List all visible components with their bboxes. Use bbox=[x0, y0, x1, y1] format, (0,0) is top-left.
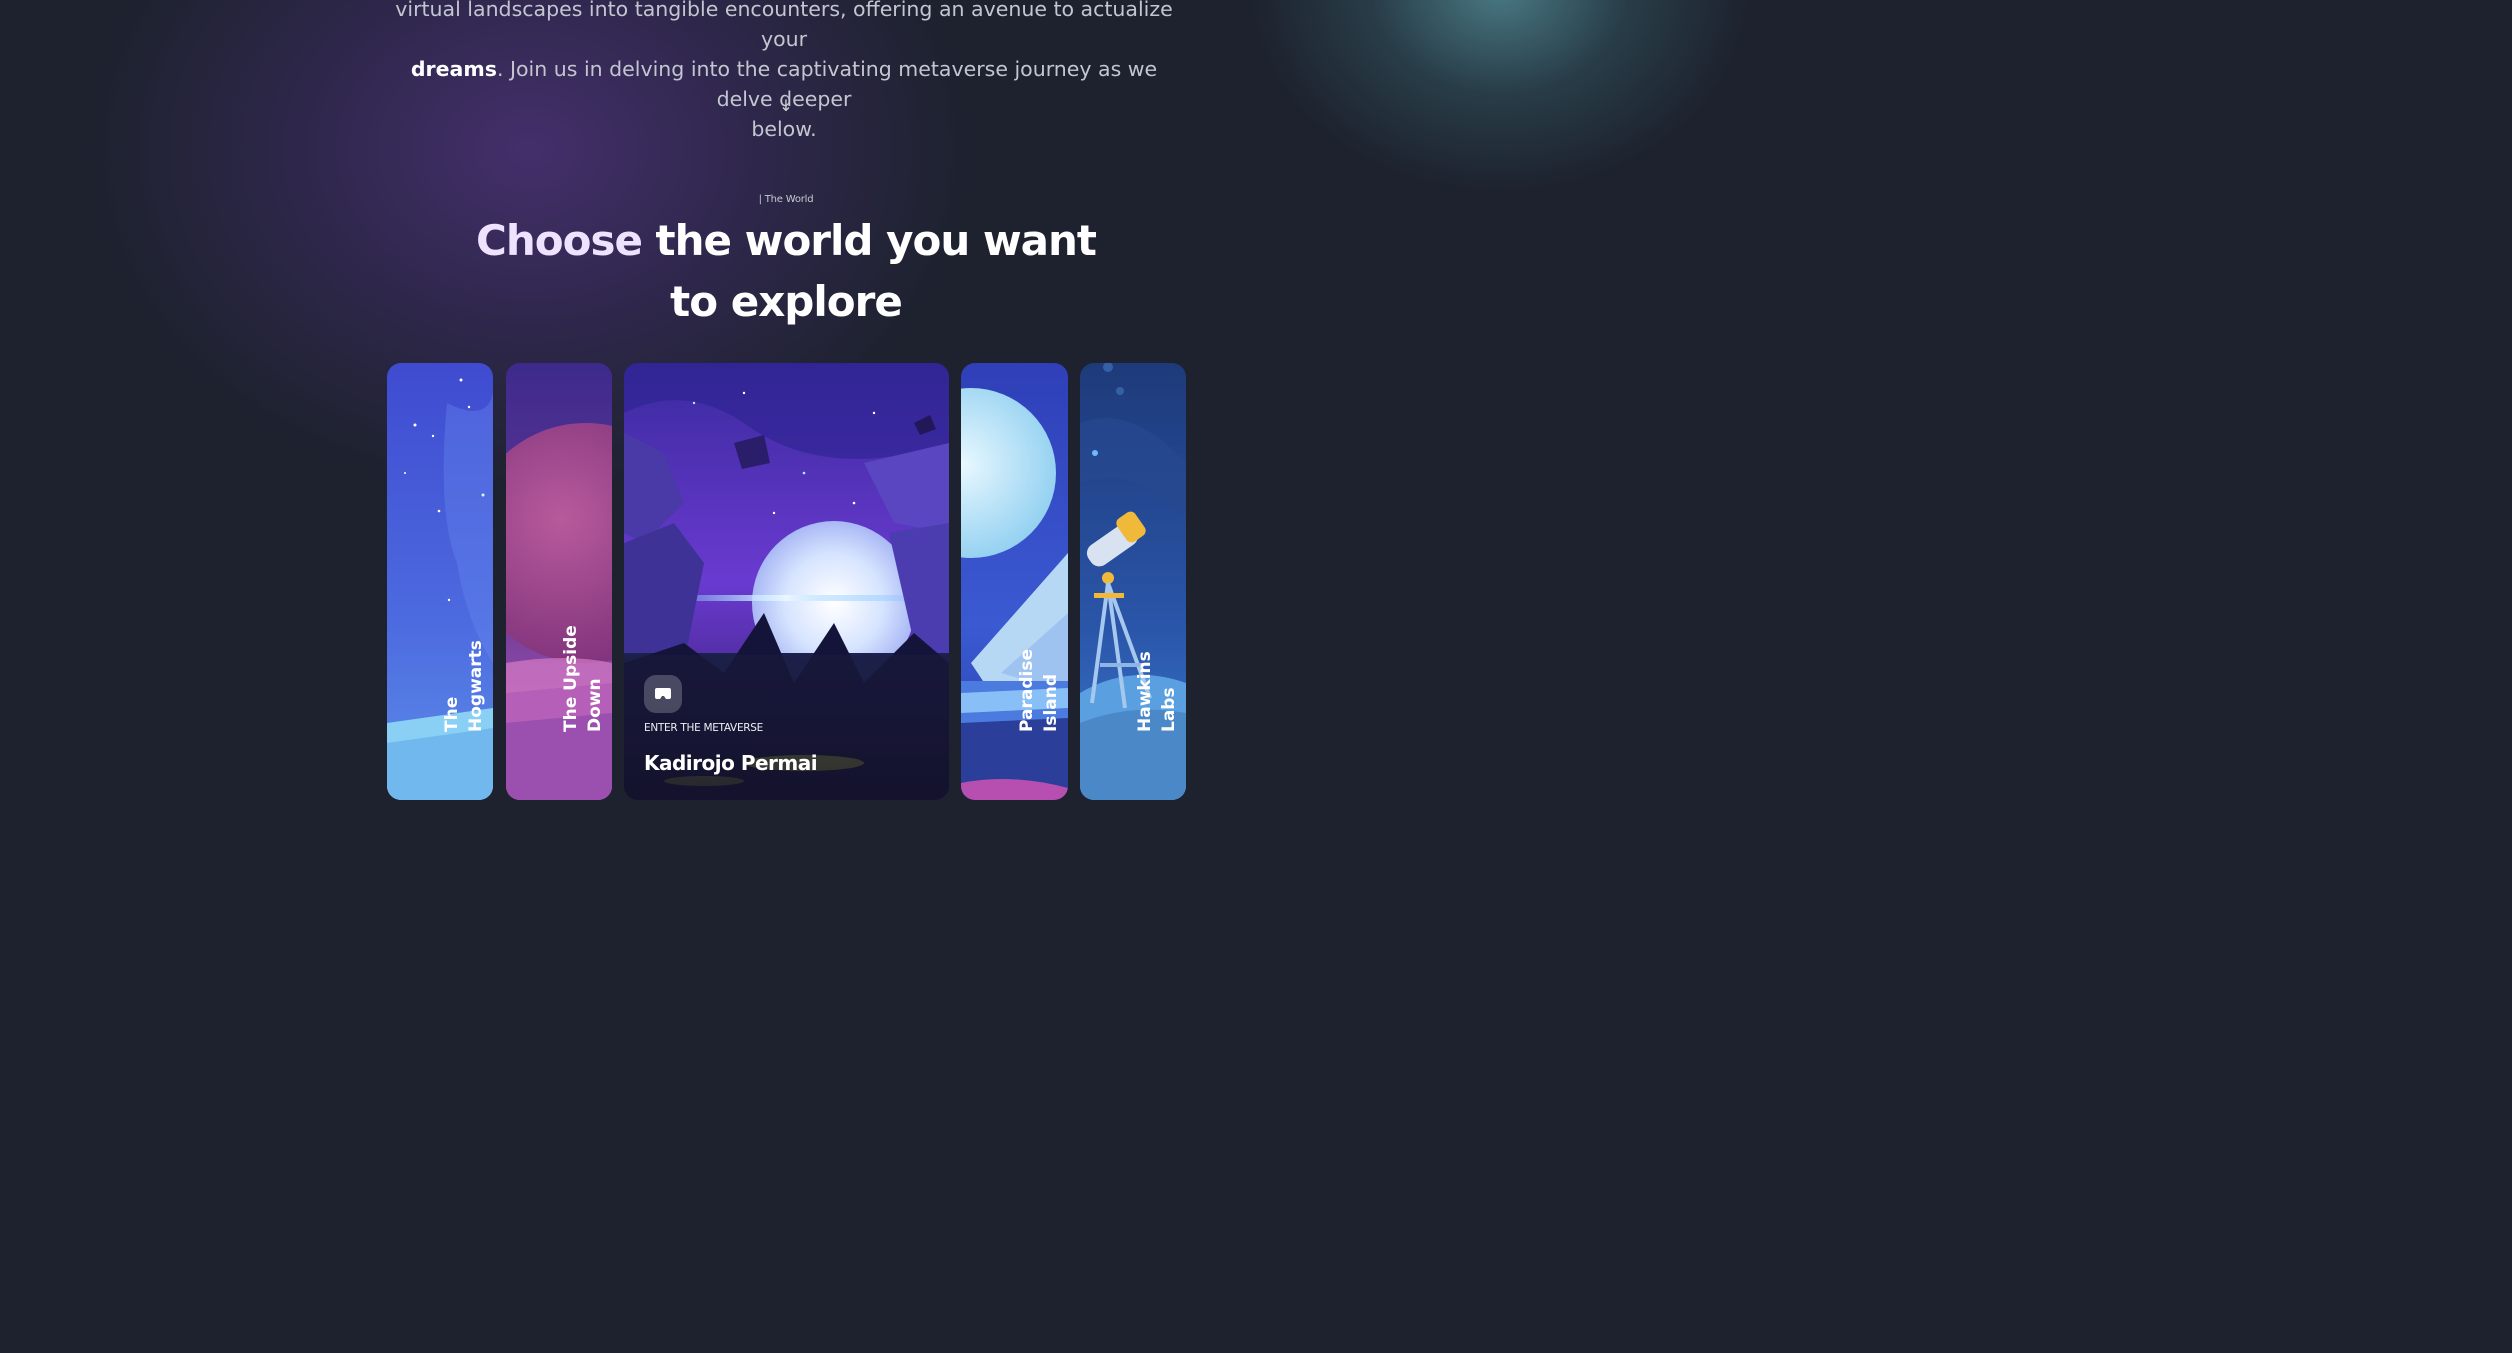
background-glow-teal bbox=[1240, 0, 1760, 200]
world-card-upside-down[interactable]: The Upside Down bbox=[506, 363, 612, 800]
enter-metaverse-label[interactable]: ENTER THE METAVERSE bbox=[644, 722, 763, 734]
world-card-hawkins-labs[interactable]: Hawkins Labs bbox=[1080, 363, 1186, 800]
intro-line-1: virtual landscapes into tangible encount… bbox=[395, 0, 1173, 51]
world-label-line-2: Down bbox=[585, 678, 605, 732]
vr-headset-icon[interactable] bbox=[644, 675, 682, 713]
section-heading: Choose the world you want to explore bbox=[460, 210, 1112, 332]
world-label-line-2: Island bbox=[1040, 673, 1061, 732]
world-label-line-2: Labs bbox=[1159, 687, 1179, 732]
hogwarts-artwork bbox=[387, 363, 493, 800]
vr-headset-glyph bbox=[655, 688, 671, 699]
scroll-down-arrow-icon[interactable]: ↓ bbox=[774, 96, 798, 115]
heading-line-2: to explore bbox=[670, 277, 903, 326]
heading-line-1: Choose the world you want bbox=[460, 210, 1112, 271]
world-label-hogwarts: The Hogwarts bbox=[440, 640, 488, 732]
hawkins-labs-artwork bbox=[1080, 363, 1186, 800]
world-label-paradise-island: Paradise Island bbox=[1015, 649, 1063, 732]
world-label-line-1: Hawkins bbox=[1135, 651, 1155, 732]
world-label-line-1: The Upside bbox=[561, 625, 581, 732]
world-label-hawkins-labs: Hawkins Labs bbox=[1133, 651, 1181, 732]
world-name-kadirojo-permai: Kadirojo Permai bbox=[644, 751, 818, 775]
intro-bold-word: dreams bbox=[410, 57, 497, 81]
world-label-upside-down: The Upside Down bbox=[559, 625, 607, 732]
world-card-paradise-island[interactable]: Paradise Island bbox=[961, 363, 1068, 800]
world-label-line-1: The bbox=[442, 696, 462, 732]
heading-line-1-text: the world you want bbox=[641, 216, 1097, 265]
intro-line-3: below. bbox=[751, 117, 817, 141]
intro-paragraph: virtual landscapes into tangible encount… bbox=[384, 0, 1184, 144]
world-card-hogwarts[interactable]: The Hogwarts bbox=[387, 363, 493, 800]
heading-accent-word: Choose bbox=[476, 216, 643, 265]
paradise-island-artwork bbox=[961, 363, 1068, 800]
upside-down-artwork bbox=[506, 363, 612, 800]
section-eyebrow: | The World bbox=[758, 194, 814, 205]
world-label-line-1: Paradise bbox=[1016, 649, 1037, 732]
world-label-line-2: Hogwarts bbox=[466, 640, 486, 732]
world-card-kadirojo-permai[interactable]: ENTER THE METAVERSE Kadirojo Permai bbox=[624, 363, 949, 800]
intro-line-2-text: . Join us in delving into the captivatin… bbox=[496, 57, 1158, 111]
